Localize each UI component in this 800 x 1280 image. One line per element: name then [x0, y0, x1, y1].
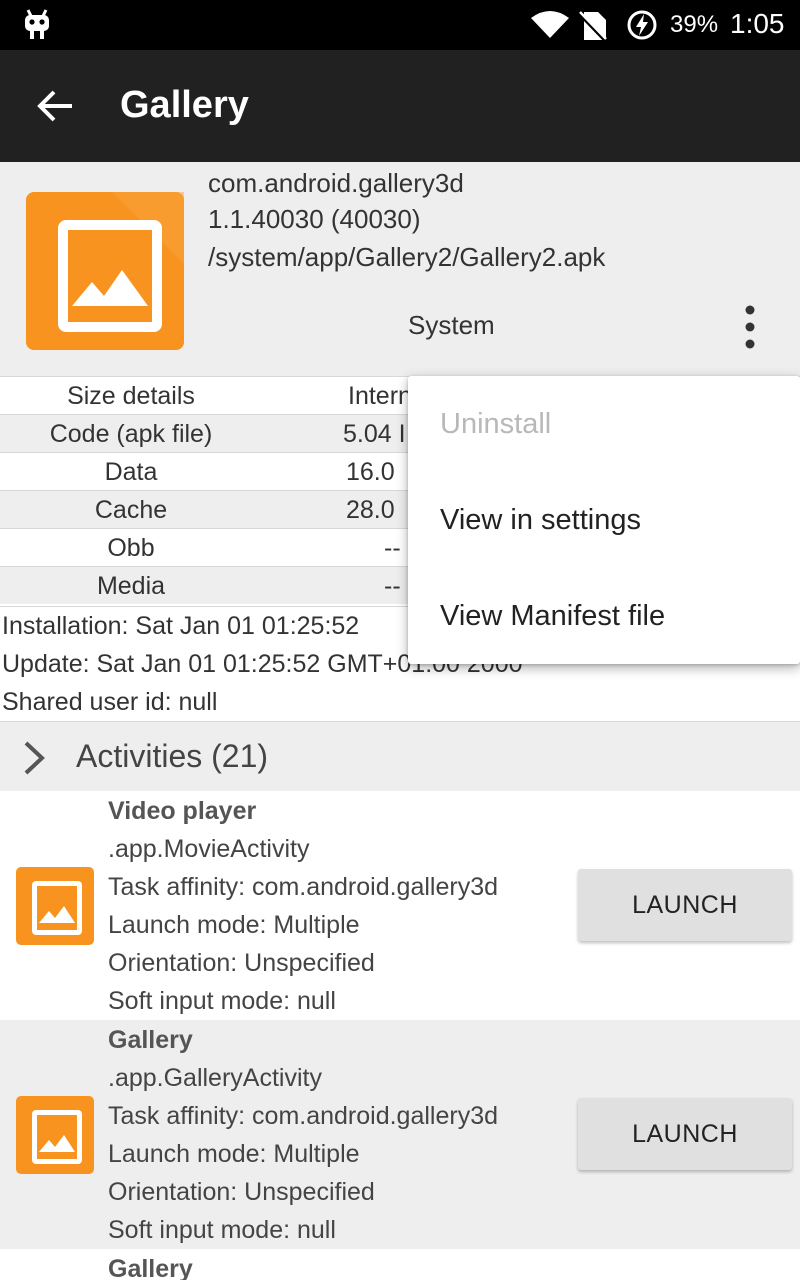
menu-item-view-manifest[interactable]: View Manifest file — [440, 600, 665, 633]
status-bar: 39% 1:05 — [0, 0, 800, 50]
activity-orientation: Orientation: Unspecified — [108, 1178, 375, 1206]
more-vert-icon[interactable] — [734, 304, 766, 350]
activity-soft-input: Soft input mode: null — [108, 1216, 336, 1244]
gallery-app-icon — [16, 1096, 94, 1174]
page-title: Gallery — [120, 84, 249, 126]
size-row-label: Cache — [94, 496, 168, 524]
activity-launch-mode: Launch mode: Multiple — [108, 911, 360, 939]
activity-name: Video player — [108, 797, 257, 825]
activity-item: Video player .app.MovieActivity Task aff… — [0, 791, 800, 1020]
activity-class: .app.GalleryActivity — [108, 1064, 322, 1092]
app-bar: Gallery — [0, 50, 800, 162]
activity-item: Gallery — [0, 1249, 800, 1280]
screen: 39% 1:05 Gallery com.android.gallery3d 1… — [0, 0, 800, 1280]
activity-class: .app.MovieActivity — [108, 835, 310, 863]
app-header: com.android.gallery3d 1.1.40030 (40030) … — [0, 162, 800, 376]
version-text: 1.1.40030 (40030) — [208, 204, 421, 234]
overflow-menu: Uninstall View in settings View Manifest… — [408, 376, 800, 664]
activity-name: Gallery — [108, 1255, 193, 1280]
no-sim-icon — [578, 11, 608, 42]
app-type-label: System — [408, 310, 495, 340]
cyanogen-bugdroid-icon — [25, 9, 49, 39]
menu-item-uninstall: Uninstall — [440, 408, 552, 440]
wifi-icon — [531, 11, 569, 38]
size-header-label: Size details — [67, 382, 195, 410]
gallery-app-icon — [16, 867, 94, 945]
activity-launch-mode: Launch mode: Multiple — [108, 1140, 360, 1168]
activity-affinity: Task affinity: com.android.gallery3d — [108, 1102, 499, 1130]
package-name: com.android.gallery3d — [208, 168, 464, 198]
size-row-label: Media — [96, 572, 166, 600]
activity-affinity: Task affinity: com.android.gallery3d — [108, 873, 499, 901]
launch-button[interactable]: LAUNCH — [578, 1098, 792, 1170]
back-arrow-icon[interactable] — [34, 84, 78, 128]
activities-section-header[interactable]: Activities (21) — [0, 721, 800, 791]
size-row-label: Code (apk file) — [49, 420, 213, 448]
activity-name: Gallery — [108, 1026, 193, 1054]
menu-item-view-in-settings[interactable]: View in settings — [440, 504, 641, 537]
apk-path: /system/app/Gallery2/Gallery2.apk — [208, 242, 606, 272]
clock: 1:05 — [730, 8, 785, 39]
battery-charging-icon — [627, 10, 657, 40]
activity-orientation: Orientation: Unspecified — [108, 949, 375, 977]
activity-soft-input: Soft input mode: null — [108, 987, 336, 1015]
launch-button[interactable]: LAUNCH — [578, 869, 792, 941]
size-row-label: Obb — [107, 534, 155, 562]
activity-item: Gallery .app.GalleryActivity Task affini… — [0, 1020, 800, 1249]
size-row-label: Data — [104, 458, 158, 486]
gallery-app-icon — [26, 192, 184, 350]
chevron-right-icon — [24, 741, 45, 775]
shared-user-id: Shared user id: null — [2, 688, 218, 716]
battery-percent: 39% — [670, 11, 719, 38]
activities-header-label: Activities (21) — [76, 738, 269, 774]
